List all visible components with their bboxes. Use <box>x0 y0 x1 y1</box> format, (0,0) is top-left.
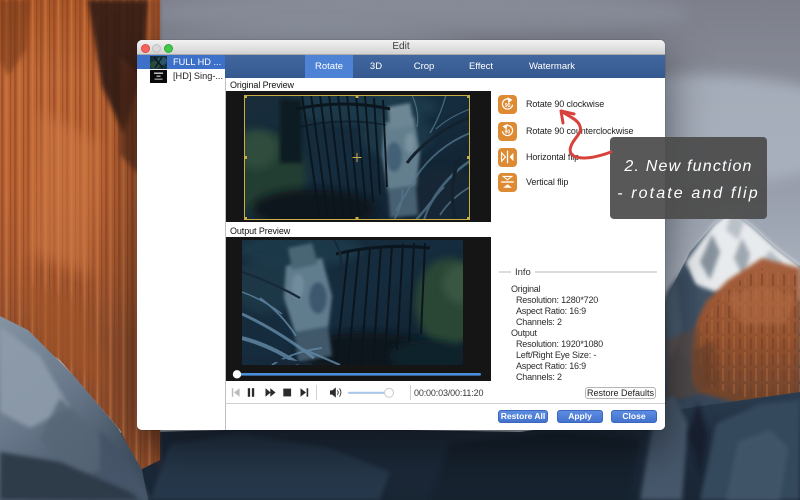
svg-text:90: 90 <box>505 130 511 136</box>
svg-text:Info: Info <box>515 267 531 277</box>
svg-text:90: 90 <box>505 103 511 109</box>
svg-text:00:00:03/00:11:20: 00:00:03/00:11:20 <box>414 388 483 398</box>
